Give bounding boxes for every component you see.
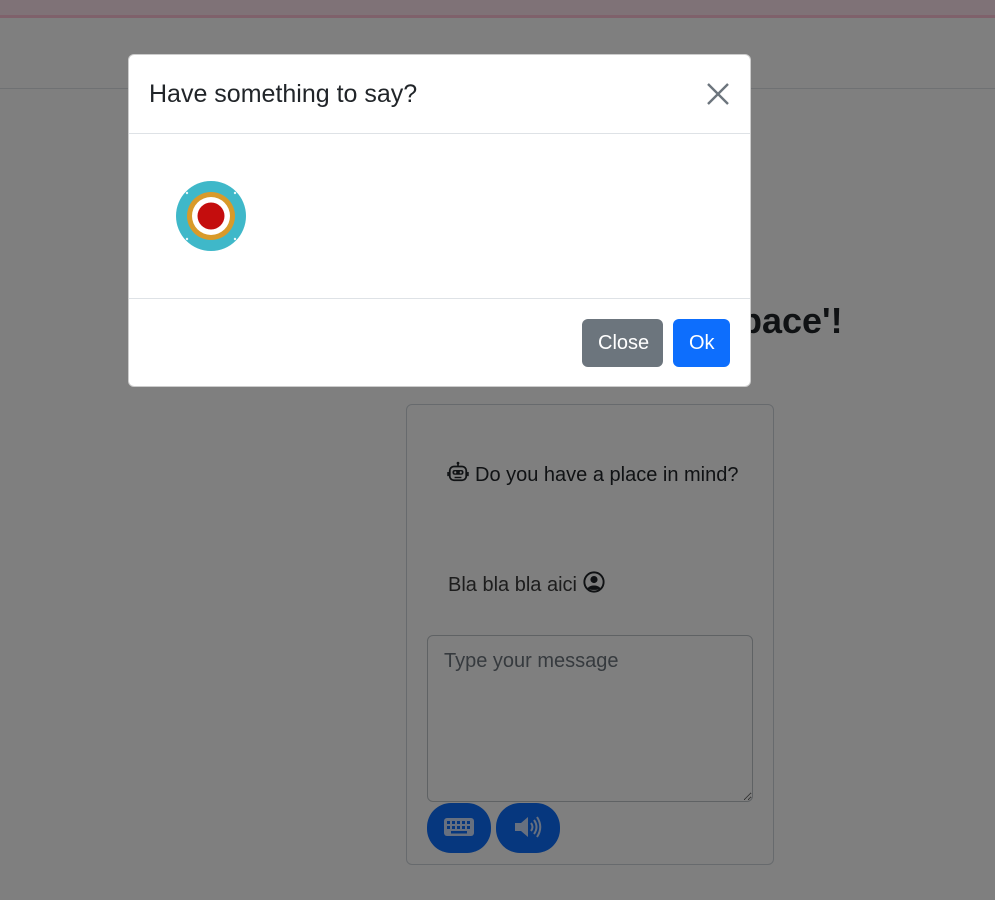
modal-header: Have something to say? — [129, 55, 750, 134]
modal-footer: Close Ok — [129, 299, 750, 387]
close-icon[interactable] — [704, 80, 732, 108]
record-icon[interactable] — [175, 180, 247, 252]
modal-body — [129, 134, 750, 299]
close-button[interactable]: Close — [582, 319, 663, 367]
modal-title: Have something to say? — [149, 79, 418, 108]
voice-input-modal: Have something to say? Close Ok — [128, 54, 751, 387]
ok-button[interactable]: Ok — [673, 319, 730, 367]
